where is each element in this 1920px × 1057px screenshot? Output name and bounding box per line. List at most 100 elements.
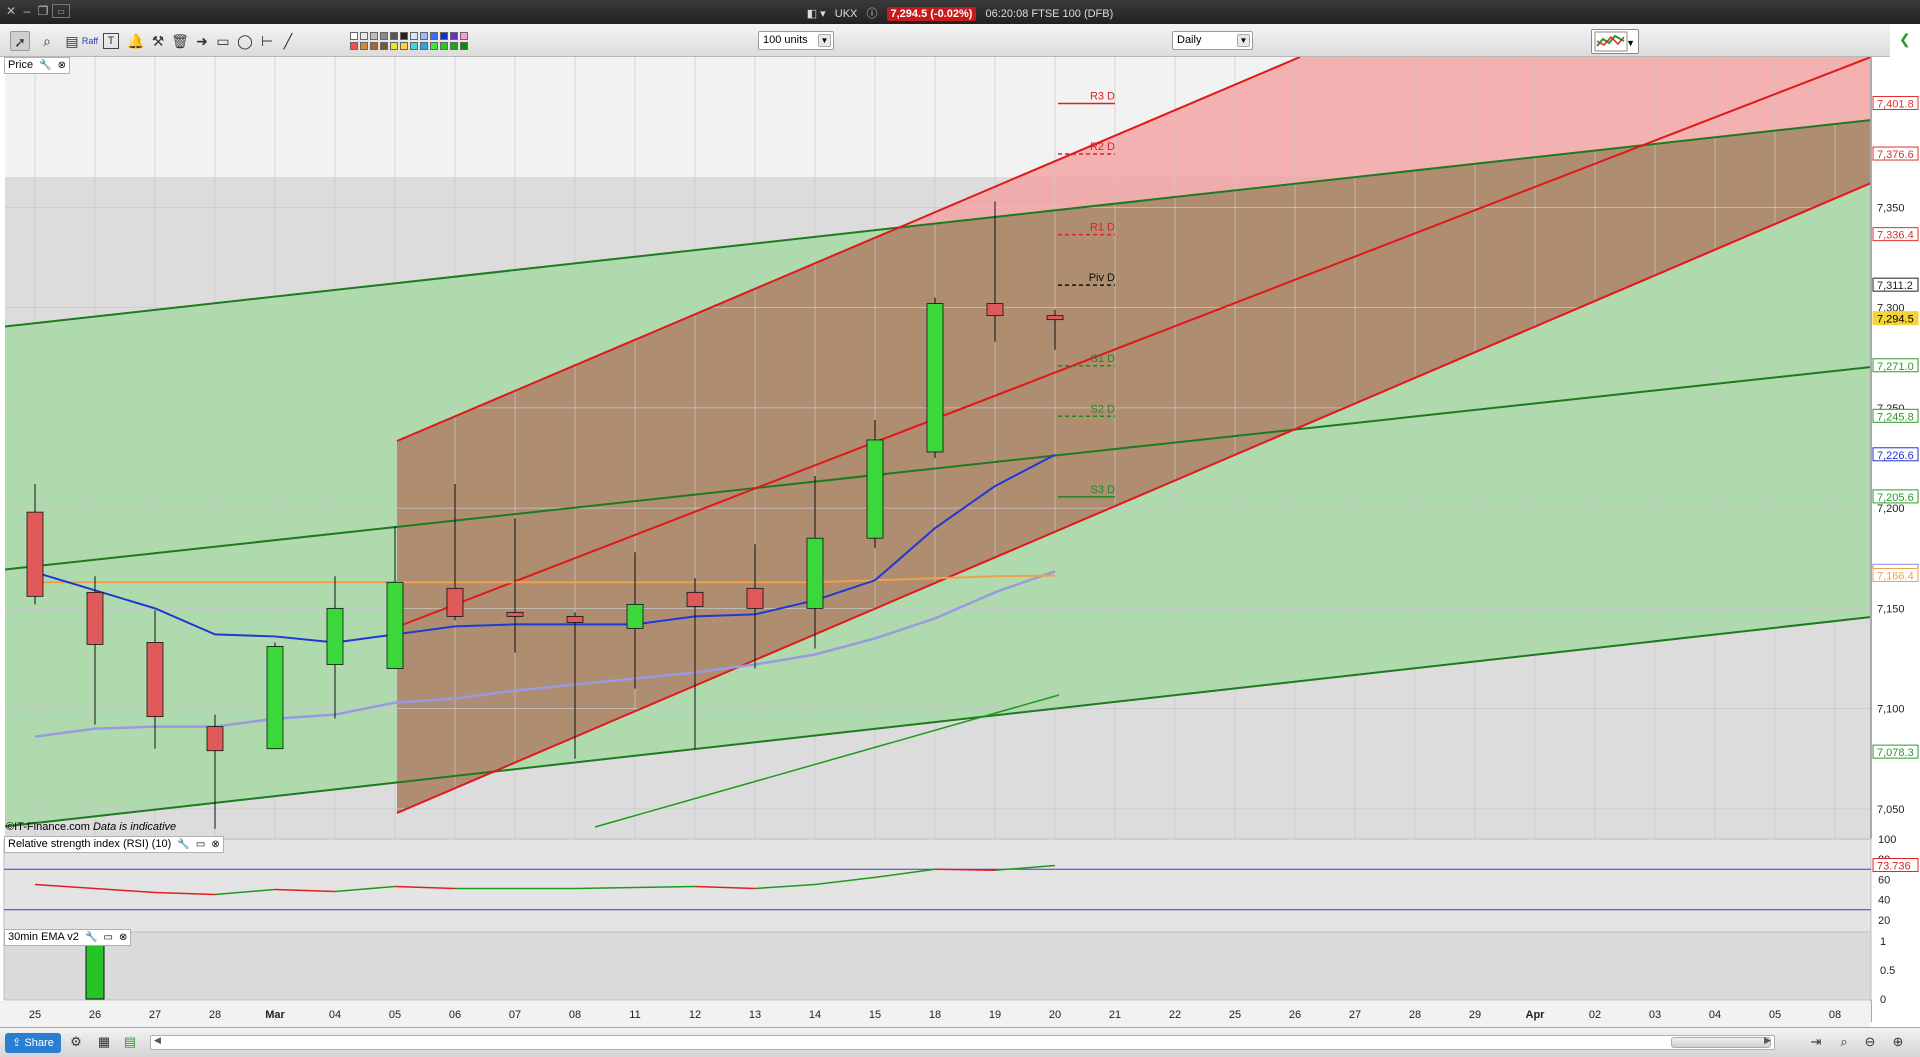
x-axis-tick-label: 21 — [1109, 1009, 1121, 1021]
settings-icon[interactable]: ⚙ — [68, 1034, 84, 1050]
info-icon[interactable]: ⓘ — [866, 5, 877, 21]
pivot-label: R1 D — [1090, 222, 1115, 234]
disclaimer-text: Data is indicative — [92, 821, 177, 833]
zoom-area-icon[interactable]: ⌕ — [1836, 1034, 1852, 1050]
x-axis-tick-label: 03 — [1649, 1009, 1661, 1021]
rsi-panel-title: Relative strength index (RSI) (10) — [8, 838, 172, 850]
x-axis-tick-label: 26 — [89, 1009, 101, 1021]
chart-type-icon[interactable]: ◧ ▾ — [807, 7, 826, 20]
x-axis-tick-label: 05 — [1769, 1009, 1781, 1021]
candle-body — [686, 591, 704, 607]
price-panel-label: Price 🔧 ⊗ — [4, 57, 71, 74]
window-time-name: 06:20:08 FTSE 100 (DFB) — [985, 8, 1114, 20]
scroll-thumb[interactable] — [1671, 1037, 1771, 1048]
ema-tick-label: 0 — [1880, 994, 1886, 1006]
pivot-label: R2 D — [1090, 141, 1115, 153]
x-axis-tick-label: 25 — [1229, 1009, 1241, 1021]
price-badge: 7,294.5 (-0.02%) — [886, 7, 977, 21]
ema-tick-label: 0.5 — [1880, 965, 1895, 977]
close-panel-icon[interactable]: ⊗ — [119, 930, 127, 945]
x-axis-tick-label: 22 — [1169, 1009, 1181, 1021]
copyright-note: ©IT-Finance.com Data is indicative — [6, 821, 176, 833]
x-axis-tick-label: 27 — [1349, 1009, 1361, 1021]
x-axis-tick-label: 05 — [389, 1009, 401, 1021]
chart-area[interactable]: R3 DR2 DR1 DPiv DS1 DS2 DS3 D 7,3507,300… — [0, 27, 1920, 1027]
fit-chart-icon[interactable]: ⇥ — [1808, 1034, 1824, 1050]
zoom-in-icon[interactable]: ⊕ — [1890, 1034, 1906, 1050]
rsi-line-segment — [634, 885, 696, 889]
candle-body — [866, 439, 884, 539]
x-axis-tick-label: 04 — [1709, 1009, 1721, 1021]
candle-body — [506, 611, 524, 617]
zoom-out-icon[interactable]: ⊖ — [1862, 1034, 1878, 1050]
share-button[interactable]: ⇪ Share — [5, 1033, 61, 1053]
x-axis-tick-label: 07 — [509, 1009, 521, 1021]
pivot-label: S2 D — [1091, 403, 1116, 415]
x-axis-tick-label: 04 — [329, 1009, 341, 1021]
scroll-right-icon[interactable]: ▶ — [1764, 1035, 1771, 1046]
x-axis-tick-label: 18 — [929, 1009, 941, 1021]
ema-panel-label: 30min EMA v2 🔧 ▭ ⊗ — [4, 929, 132, 946]
x-axis-tick-label: 08 — [569, 1009, 581, 1021]
ema-tick-label: 1 — [1880, 936, 1886, 948]
price-tag-label: 7,336.4 — [1877, 230, 1914, 242]
title-bar: ✕ – ❐ ▭ ◧ ▾ UKX ⓘ 7,294.5 (-0.02%) 06:20… — [0, 0, 1920, 24]
pivot-label: R3 D — [1090, 91, 1115, 103]
x-axis-tick-label: Mar — [265, 1009, 285, 1021]
horizontal-scrollbar[interactable]: ◀ ▶ — [150, 1035, 1775, 1050]
maximize-panel-icon[interactable]: ▭ — [104, 930, 113, 945]
share-button-label: Share — [24, 1037, 54, 1049]
wrench-icon[interactable]: 🔧 — [85, 930, 97, 945]
candle-body — [806, 537, 824, 609]
rsi-tick-label: 60 — [1878, 874, 1890, 886]
x-axis-tick-label: 06 — [449, 1009, 461, 1021]
pivot-label: Piv D — [1089, 272, 1115, 284]
close-panel-icon[interactable]: ⊗ — [211, 837, 219, 852]
rsi-tag-label: 73.736 — [1877, 861, 1911, 873]
candle-body — [1046, 315, 1064, 321]
wrench-icon[interactable]: 🔧 — [39, 58, 51, 73]
y-axis-tick-label: 7,350 — [1877, 202, 1905, 214]
candle-body — [926, 303, 944, 453]
x-axis-tick-label: 19 — [989, 1009, 1001, 1021]
candle-body — [626, 603, 644, 629]
share-icon: ⇪ — [12, 1037, 22, 1049]
price-panel-title: Price — [8, 59, 34, 71]
data-table-icon[interactable]: ▤ — [122, 1034, 138, 1050]
y-axis-tick-label: 7,150 — [1877, 603, 1905, 615]
x-axis-tick-label: 08 — [1829, 1009, 1841, 1021]
price-tag-label: 7,205.6 — [1877, 492, 1914, 504]
x-axis-tick-label: 12 — [689, 1009, 701, 1021]
price-tag-label: 7,311.2 — [1877, 280, 1913, 292]
candle-body — [86, 591, 104, 645]
price-tag-label: 7,376.6 — [1877, 149, 1914, 161]
x-axis-tick-label: 15 — [869, 1009, 881, 1021]
y-axis-tick-label: 7,200 — [1877, 503, 1905, 515]
y-axis-tick-label: 7,100 — [1877, 704, 1905, 716]
x-axis-tick-label: 28 — [1409, 1009, 1421, 1021]
rsi-panel-label: Relative strength index (RSI) (10) 🔧 ▭ ⊗ — [4, 836, 224, 853]
x-axis-tick-label: 29 — [1469, 1009, 1481, 1021]
candle-body — [206, 726, 224, 752]
scroll-left-icon[interactable]: ◀ — [154, 1035, 161, 1046]
y-axis-tick-label: 7,050 — [1877, 804, 1905, 816]
ema-panel-background — [3, 931, 1872, 1001]
price-tag-label: 7,271.0 — [1877, 361, 1914, 373]
candle-body — [386, 581, 404, 669]
candle-body — [266, 646, 284, 750]
x-axis-tick-label: 27 — [149, 1009, 161, 1021]
price-tag-label: 7,294.5 — [1877, 314, 1914, 326]
maximize-panel-icon[interactable]: ▭ — [196, 837, 205, 852]
wrench-icon[interactable]: 🔧 — [177, 837, 189, 852]
x-axis-tick-label: 11 — [629, 1009, 640, 1021]
rsi-line-segment — [574, 886, 636, 890]
candle-body — [26, 511, 44, 597]
close-panel-icon[interactable]: ⊗ — [58, 58, 66, 73]
candle-body — [986, 303, 1004, 317]
pivot-label: S3 D — [1091, 484, 1116, 496]
rsi-tick-label: 100 — [1878, 834, 1896, 846]
x-axis-tick-label: 20 — [1049, 1009, 1061, 1021]
price-tag-label: 7,166.4 — [1877, 570, 1914, 582]
x-axis-tick-label: 25 — [29, 1009, 41, 1021]
layout-icon[interactable]: ▦ — [96, 1034, 112, 1050]
